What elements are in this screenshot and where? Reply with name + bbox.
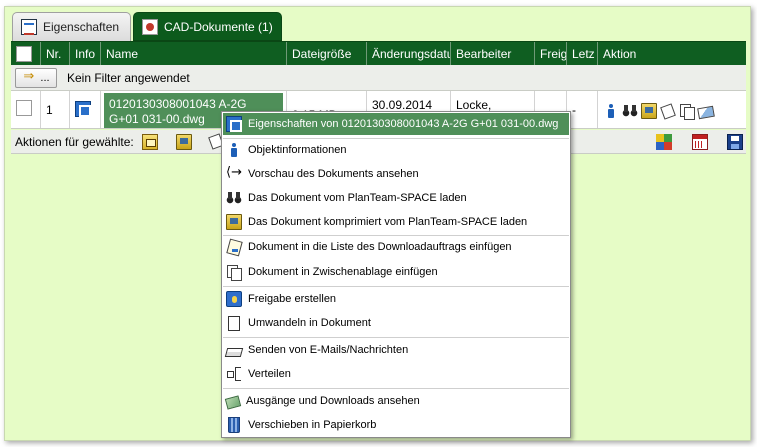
menu-item-trash[interactable]: Verschieben in Papierkorb	[223, 414, 569, 436]
menu-item-outbox[interactable]: Ausgänge und Downloads ansehen	[223, 390, 569, 412]
save-icon[interactable]	[727, 133, 743, 150]
filter-status: Kein Filter angewendet	[67, 70, 190, 85]
tab-label: CAD-Dokumente (1)	[164, 19, 273, 34]
preview-arrows-icon	[226, 165, 242, 182]
send-mail-icon	[224, 347, 244, 357]
menu-item-download-list[interactable]: Dokument in die Liste des Downloadauftra…	[223, 236, 569, 258]
grid-header: Nr. Info Name Dateigröße Änderungsdatum …	[11, 41, 746, 65]
menu-item-distribute[interactable]: Verteilen	[223, 363, 569, 385]
row-checkbox[interactable]	[16, 100, 32, 116]
last-cell: -	[567, 91, 598, 128]
menu-separator	[223, 286, 569, 287]
select-all-cell	[11, 42, 41, 65]
column-header-info[interactable]: Info	[70, 42, 101, 65]
properties-icon[interactable]	[75, 101, 91, 117]
menu-separator	[223, 337, 569, 338]
info-icon[interactable]	[603, 103, 619, 119]
layout-grid-icon[interactable]	[656, 133, 672, 150]
menu-item-label: Senden von E-Mails/Nachrichten	[248, 344, 409, 356]
compressed-download-icon	[226, 214, 242, 230]
menu-item-properties[interactable]: Eigenschaften von 0120130308001043 A-2G …	[223, 113, 569, 135]
column-header-editor[interactable]: Bearbeiter	[451, 42, 535, 65]
calendar-icon[interactable]	[692, 133, 708, 150]
distribute-icon	[226, 366, 242, 382]
trash-icon	[228, 417, 240, 433]
compressed-download-icon[interactable]	[641, 103, 657, 119]
outbox-icon	[224, 395, 242, 410]
filter-row: ... Kein Filter angewendet	[11, 65, 746, 91]
menu-item-label: Verschieben in Papierkorb	[248, 419, 377, 431]
menu-item-label: Dokument in Zwischenablage einfügen	[248, 266, 438, 278]
bulk-properties-icon[interactable]	[141, 133, 158, 150]
context-menu: Eigenschaften von 0120130308001043 A-2G …	[221, 111, 571, 438]
clipboard-icon	[226, 264, 242, 281]
document-icon	[228, 315, 240, 331]
send-mail-icon[interactable]	[697, 105, 715, 120]
release-icon	[226, 291, 242, 307]
filter-button[interactable]: ...	[15, 67, 57, 88]
filter-arrow-icon	[22, 69, 38, 86]
menu-item-label: Ausgänge und Downloads ansehen	[246, 395, 420, 407]
tab-cad-dokumente[interactable]: CAD-Dokumente (1)	[133, 12, 282, 41]
column-header-name[interactable]: Name	[101, 42, 287, 65]
properties-icon	[21, 19, 37, 35]
menu-item-label: Freigabe erstellen	[248, 293, 337, 305]
menu-item-label: Eigenschaften von 0120130308001043 A-2G …	[248, 118, 559, 130]
menu-item-label: Umwandeln in Dokument	[248, 317, 371, 329]
row-number: 1	[41, 91, 70, 128]
properties-icon	[226, 116, 242, 132]
cad-document-icon	[142, 18, 158, 35]
column-header-date[interactable]: Änderungsdatum	[367, 42, 451, 65]
download-list-icon[interactable]	[660, 102, 676, 120]
binoculars-icon	[226, 190, 242, 206]
menu-item-label: Dokument in die Liste des Downloadauftra…	[248, 241, 512, 253]
menu-item-label: Das Dokument komprimiert vom PlanTeam-SP…	[248, 216, 528, 228]
tab-eigenschaften[interactable]: Eigenschaften	[12, 12, 131, 41]
menu-item-convert[interactable]: Umwandeln in Dokument	[223, 312, 569, 334]
menu-item-download-compressed[interactable]: Das Dokument komprimiert vom PlanTeam-SP…	[223, 211, 569, 233]
bulk-actions-label: Aktionen für gewählte:	[15, 134, 134, 149]
menu-item-label: Vorschau des Dokuments ansehen	[248, 168, 419, 180]
menu-separator	[223, 388, 569, 389]
menu-item-release[interactable]: Freigabe erstellen	[223, 288, 569, 310]
row-info-cell	[70, 91, 101, 128]
filter-button-label: ...	[40, 71, 50, 84]
menu-item-label: Verteilen	[248, 368, 291, 380]
menu-item-download[interactable]: Das Dokument vom PlanTeam-SPACE laden	[223, 187, 569, 209]
column-header-letz[interactable]: Letz	[567, 42, 598, 65]
tab-label: Eigenschaften	[43, 20, 120, 34]
column-header-freig[interactable]: Freig	[535, 42, 567, 65]
menu-item-label: Das Dokument vom PlanTeam-SPACE laden	[248, 192, 467, 204]
column-header-size[interactable]: Dateigröße	[287, 42, 367, 65]
menu-item-clipboard[interactable]: Dokument in Zwischenablage einfügen	[223, 261, 569, 283]
info-icon	[226, 142, 242, 158]
column-header-nr[interactable]: Nr.	[41, 42, 70, 65]
menu-item-object-info[interactable]: Objektinformationen	[223, 139, 569, 161]
menu-item-label: Objektinformationen	[248, 144, 347, 156]
select-all-checkbox[interactable]	[16, 45, 32, 62]
row-select-cell	[11, 91, 41, 128]
bulk-compressed-download-icon[interactable]	[175, 133, 192, 150]
download-list-icon	[226, 239, 242, 255]
row-actions	[598, 91, 746, 128]
clipboard-icon[interactable]	[679, 103, 695, 120]
menu-item-preview[interactable]: Vorschau des Dokuments ansehen	[223, 163, 569, 185]
menu-item-send-mail[interactable]: Senden von E-Mails/Nachrichten	[223, 339, 569, 361]
binoculars-icon[interactable]	[622, 103, 638, 119]
column-header-action[interactable]: Aktion	[598, 42, 746, 65]
